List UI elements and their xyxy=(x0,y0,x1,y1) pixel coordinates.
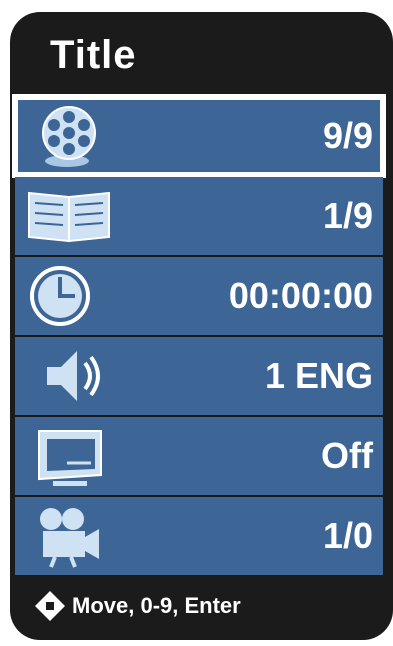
speaker-icon xyxy=(47,351,100,401)
clock-icon xyxy=(30,266,90,326)
footer-hint: Move, 0-9, Enter xyxy=(34,590,241,622)
title-value: 9/9 xyxy=(322,115,373,156)
menu-item-title[interactable]: 9/9 xyxy=(12,94,386,178)
menu-item-angle[interactable]: 1/0 xyxy=(15,497,383,575)
footer-hint-text: Move, 0-9, Enter xyxy=(72,593,241,618)
menu-item-chapter[interactable]: 1/9 xyxy=(15,177,383,255)
subtitle-value: Off xyxy=(321,435,373,476)
menu-item-audio[interactable]: 1 ENG xyxy=(15,337,383,415)
angle-value: 1/0 xyxy=(322,515,373,556)
film-reel-icon xyxy=(42,106,96,167)
subtitle-screen-icon xyxy=(38,430,102,486)
dpad-arrows-icon xyxy=(35,591,65,621)
menu-title: Title xyxy=(50,33,137,77)
book-icon xyxy=(28,191,110,243)
time-value: 00:00:00 xyxy=(228,275,373,316)
chapter-value: 1/9 xyxy=(322,195,373,236)
menu-item-subtitle[interactable]: Off xyxy=(15,417,383,495)
audio-value: 1 ENG xyxy=(264,355,373,396)
menu-item-time[interactable]: 00:00:00 xyxy=(15,257,383,335)
camera-angle-icon xyxy=(40,508,99,568)
